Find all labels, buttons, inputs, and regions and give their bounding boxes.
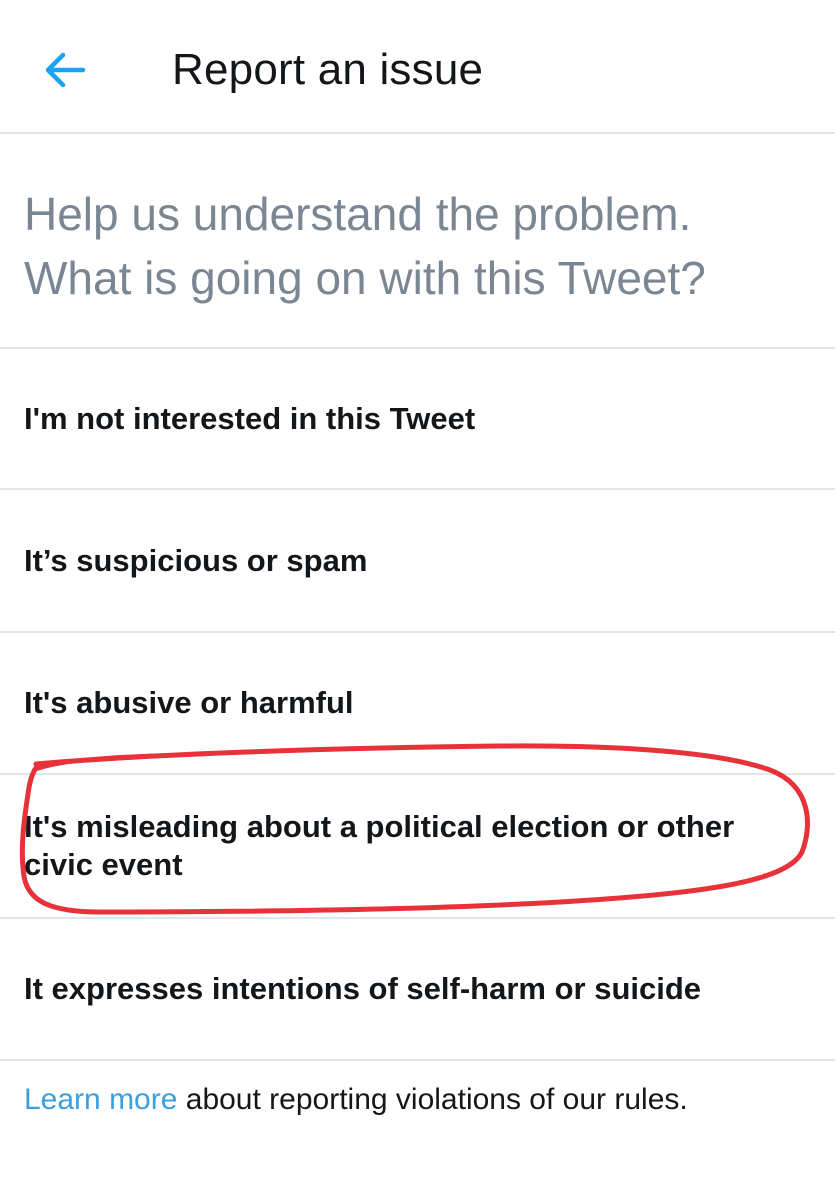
page-title: Report an issue [172,45,484,94]
footer-text-rest: about reporting violations of our rules. [177,1083,688,1116]
option-label: It’s suspicious or spam [24,542,368,578]
prompt-line-2: What is going on with this Tweet? [24,252,706,304]
option-label: It expresses intentions of self-harm or … [24,971,702,1006]
prompt-text: Help us understand the problem. What is … [24,182,814,310]
option-suspicious-spam[interactable]: It’s suspicious or spam [0,490,835,631]
option-not-interested[interactable]: I'm not interested in this Tweet [0,349,835,488]
arrow-left-icon [45,52,86,88]
header-bar: Report an issue [0,0,835,134]
divider [0,1059,835,1061]
footer-text: Learn more about reporting violations of… [24,1080,688,1120]
option-label: It's abusive or harmful [24,685,354,720]
option-label: It's misleading about a political electi… [24,809,735,882]
learn-more-link[interactable]: Learn more [24,1083,177,1116]
option-label: I'm not interested in this Tweet [24,400,476,436]
option-self-harm[interactable]: It expresses intentions of self-harm or … [0,919,835,1059]
option-abusive-harmful[interactable]: It's abusive or harmful [0,633,835,773]
option-misleading-election[interactable]: It's misleading about a political electi… [0,775,835,917]
back-button[interactable] [30,38,100,102]
prompt-line-1: Help us understand the problem. [24,188,692,240]
